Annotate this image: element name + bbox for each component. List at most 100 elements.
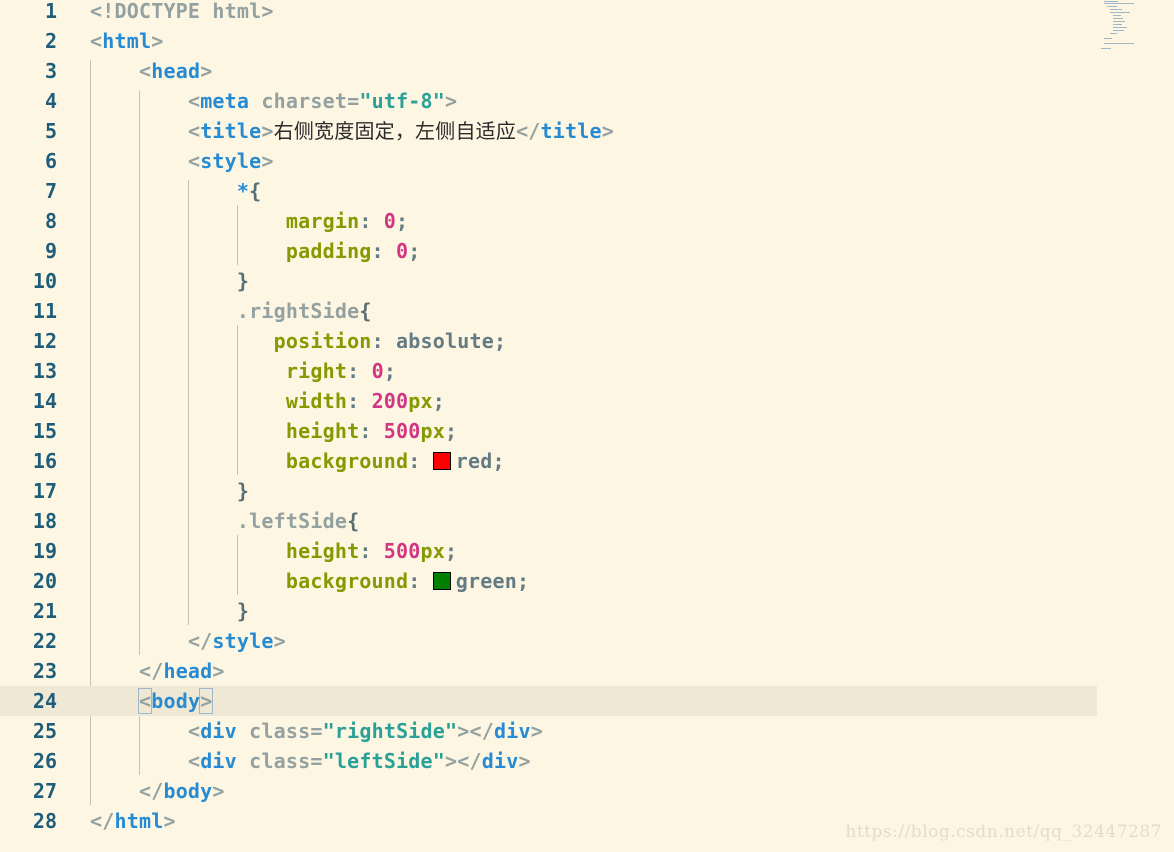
code-text: } [90,476,249,506]
code-line[interactable]: 15 height: 500px; [0,416,1100,446]
code-token: 200 [371,389,409,413]
line-number: 3 [44,59,57,83]
code-line[interactable]: 6 <style> [0,146,1100,176]
code-token: body [151,689,201,713]
code-text: </head> [90,656,225,686]
code-token: width [285,389,348,413]
code-token: </ [138,779,164,803]
code-text: .rightSide{ [90,296,372,326]
code-line[interactable]: 3 <head> [0,56,1100,86]
code-token: px [420,539,446,563]
code-line[interactable]: 26 <div class="leftSide"></div> [0,746,1100,776]
line-number: 1 [44,0,57,23]
code-token: 500 [383,419,421,443]
line-number: 12 [32,329,57,353]
code-text: <head> [90,56,212,86]
code-token: charset [249,89,348,113]
code-line[interactable]: 23 </head> [0,656,1100,686]
code-token: 右侧宽度固定，左侧自适应 [273,119,517,143]
code-token: = [310,749,323,773]
code-line[interactable]: 27 </body> [0,776,1100,806]
color-swatch-icon[interactable] [432,452,451,470]
code-token: class [236,749,311,773]
code-token: < [187,719,201,743]
code-token: } [236,599,250,623]
code-line[interactable]: 13 right: 0; [0,356,1100,386]
line-number: 24 [32,689,57,713]
code-token: < [90,29,103,53]
line-number: 28 [32,809,57,833]
code-line[interactable]: 4 <meta charset="utf-8"> [0,86,1100,116]
code-line[interactable]: 2 <html> [0,26,1100,56]
code-line[interactable]: 1 <!DOCTYPE html> [0,0,1100,26]
code-line[interactable]: 17 } [0,476,1100,506]
minimap[interactable] [1098,0,1148,52]
code-line[interactable]: 9 padding: 0; [0,236,1100,266]
code-token: < [187,749,201,773]
line-number: 5 [44,119,57,143]
code-line[interactable]: 18 .leftSide{ [0,506,1100,536]
code-text: } [90,596,249,626]
code-token: : [359,209,384,233]
code-text: </html> [90,806,176,836]
code-token: > [601,119,615,143]
code-token: </ [90,809,115,833]
code-token: background [285,569,409,593]
code-line[interactable]: 25 <div class="rightSide"></div> [0,716,1100,746]
code-token: html [102,29,152,53]
code-line[interactable]: 22 </style> [0,626,1100,656]
code-token: < [187,149,201,173]
code-text: .leftSide{ [90,506,359,536]
code-line[interactable]: 7 *{ [0,176,1100,206]
code-line[interactable]: 20 background: green; [0,566,1100,596]
code-line[interactable]: 11 .rightSide{ [0,296,1100,326]
code-token: } [236,269,250,293]
color-swatch-icon[interactable] [432,572,451,590]
line-number: 6 [44,149,57,173]
code-line[interactable]: 21 } [0,596,1100,626]
code-token: 500 [383,539,421,563]
code-token: > [530,719,543,743]
code-line[interactable]: 8 margin: 0; [0,206,1100,236]
code-token: 0 [383,209,397,233]
code-token: > [261,119,274,143]
code-token: "rightSide" [322,719,458,743]
code-editor[interactable]: 1 <!DOCTYPE html> 2 <html> 3 <head> 4 <meta c… [0,0,1174,852]
code-text: background: green; [90,566,529,596]
code-token: < [187,89,201,113]
code-line[interactable]: 24 <body> [0,686,1097,716]
code-line[interactable]: 19 height: 500px; [0,536,1100,566]
code-token: .rightSide [236,299,360,323]
code-token: < [187,119,201,143]
line-number: 4 [44,89,57,113]
line-number: 10 [32,269,57,293]
code-line[interactable]: 14 width: 200px; [0,386,1100,416]
code-line[interactable]: 16 background: red; [0,446,1100,476]
code-token: > [151,29,164,53]
code-token: div [200,749,237,773]
code-token: : [408,449,433,473]
line-number: 25 [32,719,57,743]
code-text: <meta charset="utf-8"> [90,86,457,116]
code-line[interactable]: 12 position: absolute; [0,326,1100,356]
code-token: ; [445,419,458,443]
code-token: : [371,329,397,353]
code-token: ; [408,239,421,263]
code-token: style [200,149,262,173]
code-text: </style> [90,626,286,656]
code-text: </body> [90,776,225,806]
code-text: right: 0; [90,356,396,386]
code-line[interactable]: 10 } [0,266,1100,296]
code-token: px [420,419,446,443]
code-token: px [408,389,433,413]
code-line[interactable]: 5 <title>右侧宽度固定，左侧自适应</title> [0,116,1100,146]
